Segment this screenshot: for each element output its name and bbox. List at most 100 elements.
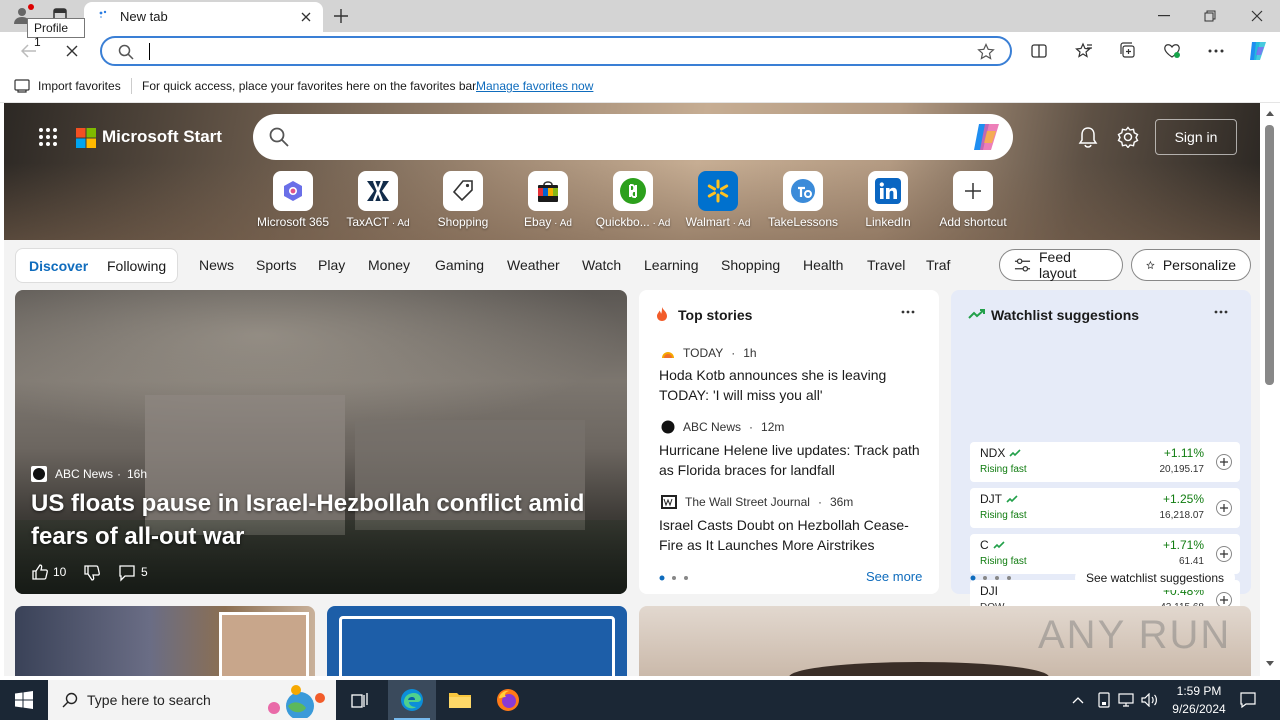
story-source: ABC News [55, 467, 114, 481]
scrollbar-thumb[interactable] [1265, 125, 1274, 385]
shortcut-takelessons[interactable]: TakeLessons [760, 171, 846, 229]
nav-gaming[interactable]: Gaming [435, 257, 484, 273]
story-age: 36m [829, 495, 854, 509]
carousel-dots[interactable] [659, 575, 699, 581]
sign-in-button[interactable]: Sign in [1155, 119, 1237, 155]
favorites-bar: Import favorites For quick access, place… [0, 70, 1280, 103]
watchlist-change: +1.71% [1162, 538, 1204, 552]
watchlist-row[interactable]: DJT Rising fast +1.25% 16,218.07 [970, 488, 1240, 528]
tab-new-tab[interactable]: New tab [84, 2, 323, 32]
nav-play[interactable]: Play [318, 257, 345, 273]
add-shortcut-button[interactable]: Add shortcut [930, 171, 1016, 229]
scroll-up-icon[interactable] [1266, 111, 1274, 116]
manage-favorites-link[interactable]: Manage favorites now [476, 79, 593, 93]
news-card-image[interactable] [327, 606, 627, 676]
hero-story-card[interactable]: ABC News · 16h US floats pause in Israel… [15, 290, 627, 594]
scrollbar[interactable] [1262, 103, 1278, 676]
news-card-image[interactable] [15, 606, 315, 676]
favorites-icon[interactable] [1073, 40, 1095, 62]
close-window-icon[interactable] [1243, 6, 1271, 26]
taskbar-time[interactable]: 1:59 PM [1174, 684, 1224, 698]
add-to-watchlist-icon[interactable] [1216, 500, 1232, 516]
shortcut-walmart[interactable]: Walmart · Ad [675, 171, 761, 229]
shortcut-quickbooks[interactable]: Quickbo... · Ad [590, 171, 676, 229]
edge-taskbar-button[interactable] [388, 680, 436, 720]
task-view-icon[interactable] [340, 680, 380, 720]
tab-title: New tab [120, 9, 168, 24]
chevron-up-icon[interactable] [1068, 690, 1088, 710]
nav-travel[interactable]: Travel [867, 257, 905, 273]
add-to-watchlist-icon[interactable] [1216, 454, 1232, 470]
carousel-dots[interactable] [970, 575, 1018, 581]
nav-learning[interactable]: Learning [644, 257, 699, 273]
apps-launcher-icon[interactable] [36, 125, 60, 149]
see-more-link[interactable]: See more [866, 569, 922, 584]
notifications-icon[interactable] [1076, 125, 1100, 149]
minimize-icon[interactable] [1150, 6, 1178, 26]
nav-traffic[interactable]: Traf [926, 257, 950, 273]
tab-discover[interactable]: Discover [29, 258, 88, 274]
web-search-box[interactable] [253, 114, 1013, 160]
walmart-spark-icon [698, 171, 738, 211]
shortcut-ebay[interactable]: Ebay · Ad [505, 171, 591, 229]
tab-following[interactable]: Following [107, 258, 166, 274]
nav-sports[interactable]: Sports [256, 257, 296, 273]
shortcut-linkedin[interactable]: LinkedIn [845, 171, 931, 229]
settings-gear-icon[interactable] [1116, 125, 1140, 149]
watchlist-value: 16,218.07 [1159, 510, 1205, 521]
stop-loading-icon[interactable] [61, 40, 83, 62]
fire-icon [655, 306, 669, 322]
file-explorer-icon[interactable] [436, 680, 484, 720]
feed-layout-button[interactable]: Feed layout [999, 249, 1123, 281]
story-source: TODAY [683, 346, 724, 360]
notification-center-icon[interactable] [1234, 680, 1262, 720]
feed-layout-label: Feed layout [1038, 249, 1077, 281]
more-options-icon[interactable] [901, 310, 915, 314]
restore-icon[interactable] [1196, 6, 1224, 26]
story-link[interactable]: Hoda Kotb announces she is leaving TODAY… [659, 365, 925, 405]
taskbar-search-box[interactable]: Type here to search [48, 680, 336, 720]
story-link[interactable]: Hurricane Helene live updates: Track pat… [659, 440, 925, 480]
more-options-icon[interactable] [1205, 40, 1227, 62]
firefox-icon[interactable] [484, 680, 532, 720]
device-icon[interactable] [1094, 690, 1114, 710]
add-to-watchlist-icon[interactable] [1216, 546, 1232, 562]
network-icon[interactable] [1116, 690, 1136, 710]
copilot-icon[interactable] [1245, 38, 1271, 64]
portrait-image [219, 612, 309, 676]
split-screen-icon[interactable] [1028, 40, 1050, 62]
shortcut-shopping[interactable]: Shopping [420, 171, 506, 229]
close-tab-icon[interactable] [298, 9, 314, 25]
nav-watch[interactable]: Watch [582, 257, 621, 273]
story-source: The Wall Street Journal [685, 495, 810, 509]
nav-health[interactable]: Health [803, 257, 843, 273]
personalize-button[interactable]: Personalize [1131, 249, 1251, 281]
comment-icon[interactable] [118, 564, 136, 582]
shortcut-taxact[interactable]: TaxACT · Ad [335, 171, 421, 229]
browser-essentials-icon[interactable] [1161, 40, 1183, 62]
ad-badge: Ad [559, 218, 572, 229]
watchlist-row[interactable]: NDX Rising fast +1.11% 20,195.17 [970, 442, 1240, 482]
dislike-icon[interactable] [83, 564, 101, 582]
nav-news[interactable]: News [199, 257, 234, 273]
see-watchlist-button[interactable]: See watchlist suggestions [1075, 566, 1235, 590]
more-options-icon[interactable] [1214, 310, 1228, 314]
new-tab-icon[interactable] [331, 6, 351, 26]
nav-shopping[interactable]: Shopping [721, 257, 780, 273]
taskbar-date[interactable]: 9/26/2024 [1166, 702, 1232, 716]
scroll-down-icon[interactable] [1266, 661, 1274, 666]
volume-icon[interactable] [1140, 690, 1160, 710]
nav-weather[interactable]: Weather [507, 257, 560, 273]
address-bar[interactable] [100, 36, 1012, 66]
shortcut-label: Add shortcut [939, 215, 1007, 229]
start-windows-icon[interactable] [0, 680, 48, 720]
like-icon[interactable] [31, 563, 49, 581]
import-favorites-button[interactable]: Import favorites [38, 79, 121, 93]
favorite-star-icon[interactable] [977, 43, 995, 61]
shortcut-microsoft-365[interactable]: Microsoft 365 [250, 171, 336, 229]
story-link[interactable]: Israel Casts Doubt on Hezbollah Cease-Fi… [659, 515, 925, 555]
nav-money[interactable]: Money [368, 257, 410, 273]
hero-story-title[interactable]: US floats pause in Israel-Hezbollah conf… [31, 487, 591, 553]
collections-icon[interactable] [1117, 40, 1139, 62]
copilot-search-icon[interactable] [971, 122, 1003, 152]
